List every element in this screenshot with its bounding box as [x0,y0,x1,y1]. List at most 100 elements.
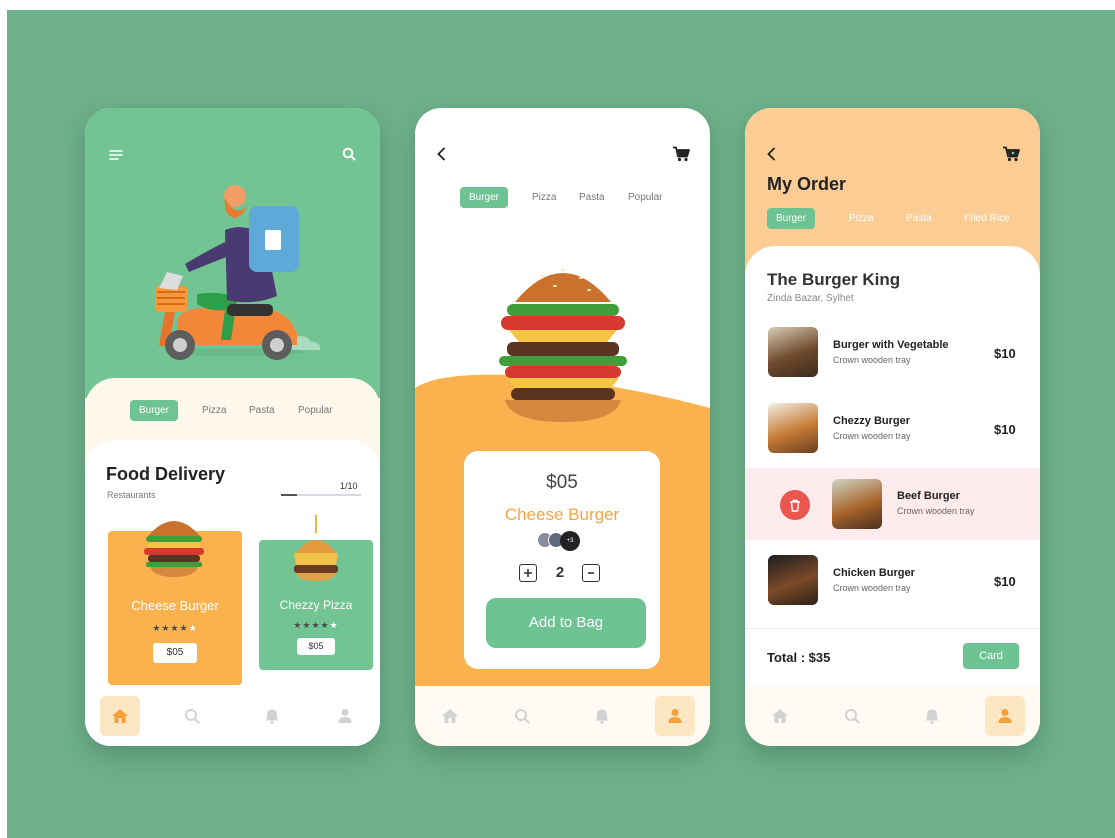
nav-notifications[interactable] [912,696,952,736]
cart-button[interactable] [1001,144,1021,164]
item-name: Chicken Burger [833,567,915,579]
quantity-increase-button[interactable] [519,564,537,582]
background-canvas: Burger Pizza Pasta Popular Food Delivery… [7,10,1115,838]
burger-hero-image [499,269,627,422]
category-fried-rice[interactable]: Fried Rice [964,213,1010,224]
item-description: Crown wooden tray [833,355,911,365]
category-pizza[interactable]: Pizza [202,405,226,416]
item-name: Beef Burger [897,490,960,502]
order-item[interactable]: Chicken Burger Crown wooden tray $10 [745,543,1040,619]
trash-icon [790,499,800,512]
pager-fill [281,494,297,496]
pager-counter: 1/10 [340,481,358,491]
home-icon [442,709,458,723]
bell-icon [925,709,939,724]
item-price: $10 [994,346,1016,361]
item-description: Crown wooden tray [833,431,911,441]
category-popular[interactable]: Popular [298,405,332,416]
my-order-screen: My Order Burger Pizza Pasta Fried Rice T… [745,108,1040,746]
home-icon [772,709,788,723]
nav-home[interactable] [100,696,140,736]
delete-item-button[interactable] [780,490,810,520]
bell-icon [265,709,279,724]
search-icon [515,709,530,724]
burger-image [294,515,338,581]
product-price: $05 [546,472,578,493]
add-to-bag-button[interactable]: Add to Bag [486,598,646,648]
total-label: Total : $35 [767,650,830,665]
category-pasta[interactable]: Pasta [249,405,275,416]
restaurant-location: Zinda Bazar, Sylhet [767,293,854,304]
nav-home[interactable] [430,696,470,736]
order-item-swiped[interactable]: Beef Burger Crown wooden tray [745,468,1040,540]
pager-track [281,494,361,496]
category-burger[interactable]: Burger [767,208,816,229]
price-tag: $05 [153,643,197,663]
food-thumbnail [832,479,882,529]
category-burger[interactable]: Burger [130,400,179,421]
nav-search[interactable] [172,696,212,736]
nav-profile[interactable] [325,696,365,736]
food-thumbnail [768,403,818,453]
nav-profile[interactable] [655,696,695,736]
item-name: Chezzy Burger [833,415,911,427]
item-description: Crown wooden tray [897,506,975,516]
order-item[interactable]: Chezzy Burger Crown wooden tray $10 [745,391,1040,467]
product-detail-screen: Burger Pizza Pasta Popular $05 Cheese Bu… [415,108,710,746]
item-description: Crown wooden tray [833,583,911,593]
bottom-nav [415,686,710,746]
item-name: Burger with Vegetable [833,339,949,351]
page-title: Food Delivery [106,464,226,484]
rating-stars: ★★★★★ [152,623,198,633]
plus-icon [524,569,532,577]
food-thumbnail [768,327,818,377]
nav-home[interactable] [760,696,800,736]
quantity-value: 2 [555,564,565,581]
category-pizza[interactable]: Pizza [849,213,873,224]
food-card-name: Chezzy Pizza [279,598,353,612]
product-card: $05 Cheese Burger +3 2 Add to Bag [464,451,660,669]
minus-icon [588,572,594,574]
food-thumbnail [768,555,818,605]
product-name: Cheese Burger [504,505,620,524]
item-price: $10 [994,574,1016,589]
price-tag: $05 [297,638,335,655]
bell-icon [595,709,609,724]
avatar-more-count: +3 [560,531,580,551]
avatar-group: +3 [536,531,592,551]
cart-icon [1003,146,1020,162]
home-icon [112,709,128,723]
burger-image [144,521,204,577]
total-value: $35 [808,650,831,665]
menu-icon[interactable] [107,146,125,164]
search-icon [845,709,860,724]
bottom-nav [745,686,1040,746]
category-pasta[interactable]: Pasta [906,213,932,224]
page-subtitle: Restaurants [107,490,156,500]
user-icon [998,709,1012,723]
home-screen: Burger Pizza Pasta Popular Food Delivery… [85,108,380,746]
nav-search[interactable] [832,696,872,736]
quantity-decrease-button[interactable] [582,564,600,582]
chevron-left-icon [767,147,775,161]
rating-stars: ★★★★★ [293,620,339,630]
bottom-nav [85,686,380,746]
order-item[interactable]: Burger with Vegetable Crown wooden tray … [745,315,1040,391]
scooter-rider-illustration [155,185,321,360]
back-button[interactable] [762,144,780,164]
nav-profile[interactable] [985,696,1025,736]
nav-notifications[interactable] [582,696,622,736]
nav-notifications[interactable] [252,696,292,736]
divider [745,628,1040,629]
search-icon[interactable] [339,144,359,164]
total-label-text: Total : [767,650,806,665]
restaurant-name: The Burger King [767,270,901,289]
pay-card-button[interactable]: Card [963,643,1019,669]
item-price: $10 [994,422,1016,437]
food-card-name: Cheese Burger [131,598,219,613]
search-icon [185,709,200,724]
user-icon [668,709,682,723]
nav-search[interactable] [502,696,542,736]
page-title: My Order [767,174,847,194]
user-icon [338,709,352,723]
